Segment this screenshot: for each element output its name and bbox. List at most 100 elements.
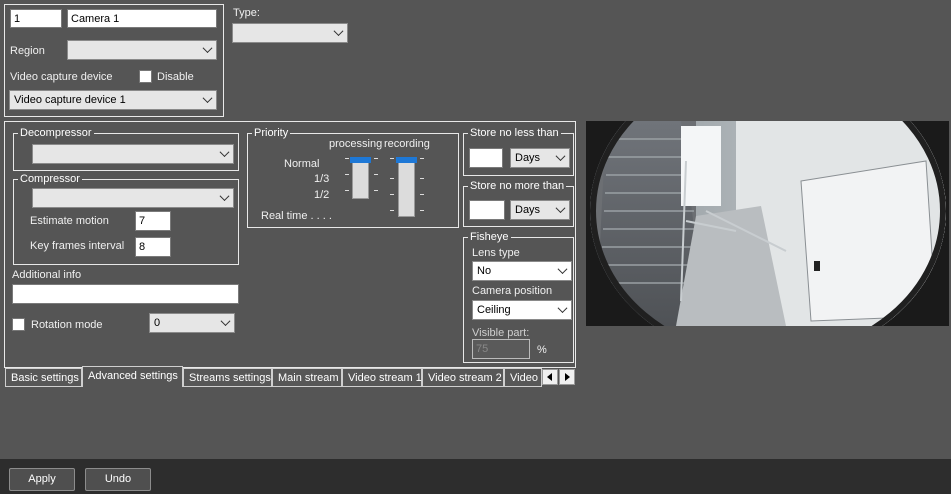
tick: [390, 158, 394, 159]
rotation-mode-select[interactable]: 0: [149, 313, 235, 333]
rotation-mode-label: Rotation mode: [31, 319, 103, 331]
disable-label: Disable: [157, 71, 194, 83]
store-min-group: Store no less than Days: [463, 127, 574, 176]
tick: [420, 178, 424, 179]
advanced-panel: Decompressor Compressor Estimate motion …: [4, 121, 576, 368]
tick: [390, 210, 394, 211]
decompressor-title: Decompressor: [18, 127, 94, 139]
camera-id-field[interactable]: 1: [10, 9, 62, 28]
camera-position-value: Ceiling: [477, 304, 511, 316]
tick: [374, 174, 378, 175]
store-max-unit: Days: [515, 204, 541, 216]
tab-video-stream-2[interactable]: Video stream 2: [422, 368, 504, 387]
tab-scroll-right-button[interactable]: [559, 369, 575, 385]
processing-slider[interactable]: [352, 157, 369, 199]
store-max-unit-select[interactable]: Days: [510, 200, 570, 220]
tick: [374, 158, 378, 159]
additional-info-label: Additional info: [12, 269, 82, 281]
tab-scroll-left-button[interactable]: [542, 369, 558, 385]
camera-name-field[interactable]: Camera 1: [67, 9, 217, 28]
arrow-left-icon: [547, 373, 552, 381]
key-frames-field[interactable]: 8: [135, 237, 171, 257]
visible-part-field[interactable]: 75: [472, 339, 530, 359]
store-min-title: Store no less than: [468, 127, 561, 139]
tick: [345, 190, 349, 191]
priority-group: Priority processing recording Normal 1/3…: [247, 127, 459, 228]
chevron-down-icon: [202, 93, 213, 104]
fisheye-title: Fisheye: [468, 231, 511, 243]
priority-level-realtime: Real time . . . .: [261, 210, 332, 222]
chevron-down-icon: [555, 203, 566, 214]
decompressor-select[interactable]: [32, 144, 234, 164]
chevron-down-icon: [220, 316, 231, 327]
estimate-motion-field[interactable]: 7: [135, 211, 171, 231]
apply-button[interactable]: Apply: [9, 468, 75, 491]
tick: [345, 158, 349, 159]
compressor-group: Compressor Estimate motion 7 Key frames …: [13, 173, 239, 265]
store-max-title: Store no more than: [468, 180, 567, 192]
recording-slider-thumb[interactable]: [396, 157, 417, 163]
priority-title: Priority: [252, 127, 291, 139]
region-label: Region: [10, 45, 45, 57]
video-capture-label: Video capture device: [10, 71, 113, 83]
chevron-down-icon: [555, 151, 566, 162]
compressor-select[interactable]: [32, 188, 234, 208]
video-capture-select[interactable]: Video capture device 1: [9, 90, 217, 110]
tab-basic-settings[interactable]: Basic settings: [5, 368, 82, 387]
priority-level-one-third: 1/3: [314, 173, 330, 185]
tick: [374, 190, 378, 191]
lens-type-value: No: [477, 265, 492, 277]
estimate-motion-label: Estimate motion: [30, 215, 109, 227]
decompressor-group: Decompressor: [13, 127, 239, 171]
recording-slider[interactable]: [398, 157, 415, 217]
undo-button[interactable]: Undo: [85, 468, 151, 491]
disable-checkbox[interactable]: [139, 70, 152, 83]
region-select[interactable]: [67, 40, 217, 60]
chevron-down-icon: [202, 43, 213, 54]
tick: [345, 174, 349, 175]
camera-position-select[interactable]: Ceiling: [472, 300, 572, 320]
footer-bar: Apply Undo: [0, 459, 951, 494]
chevron-down-icon: [557, 264, 568, 275]
priority-level-one-half: 1/2: [314, 189, 330, 201]
camera-preview-image: [590, 121, 946, 326]
store-min-field[interactable]: [469, 148, 503, 168]
additional-info-field[interactable]: [12, 284, 239, 304]
tab-video-stream-1[interactable]: Video stream 1: [342, 368, 422, 387]
tab-main-stream[interactable]: Main stream: [272, 368, 342, 387]
camera-preview: [586, 121, 949, 326]
compressor-title: Compressor: [18, 173, 82, 185]
video-capture-value: Video capture device 1: [14, 94, 126, 106]
store-max-field[interactable]: [469, 200, 505, 220]
store-min-unit: Days: [515, 152, 541, 164]
tick: [420, 194, 424, 195]
chevron-down-icon: [557, 303, 568, 314]
chevron-down-icon: [333, 26, 344, 37]
chevron-down-icon: [219, 147, 230, 158]
lens-type-select[interactable]: No: [472, 261, 572, 281]
store-min-unit-select[interactable]: Days: [510, 148, 570, 168]
tick: [420, 158, 424, 159]
camera-box: 1 Camera 1 Region Video capture device D…: [4, 4, 224, 117]
chevron-down-icon: [219, 191, 230, 202]
processing-label: processing: [329, 138, 383, 150]
tab-streams-settings[interactable]: Streams settings: [183, 368, 272, 387]
type-select[interactable]: [232, 23, 348, 43]
tab-video[interactable]: Video: [504, 368, 542, 387]
type-label: Type:: [233, 7, 260, 19]
tab-bar: Basic settings Advanced settings Streams…: [5, 366, 576, 387]
rotation-mode-value: 0: [154, 317, 161, 329]
tick: [390, 178, 394, 179]
recording-label: recording: [384, 138, 430, 150]
visible-part-unit: %: [537, 344, 547, 356]
lens-type-label: Lens type: [472, 247, 520, 259]
rotation-mode-checkbox[interactable]: [12, 318, 25, 331]
camera-position-label: Camera position: [472, 285, 553, 297]
fisheye-group: Fisheye Lens type No Camera position Cei…: [463, 231, 574, 363]
processing-slider-thumb[interactable]: [350, 157, 371, 163]
store-max-group: Store no more than Days: [463, 180, 574, 227]
arrow-right-icon: [565, 373, 570, 381]
priority-level-normal: Normal: [284, 158, 320, 170]
tab-advanced-settings[interactable]: Advanced settings: [82, 366, 183, 387]
visible-part-label: Visible part:: [472, 327, 530, 339]
